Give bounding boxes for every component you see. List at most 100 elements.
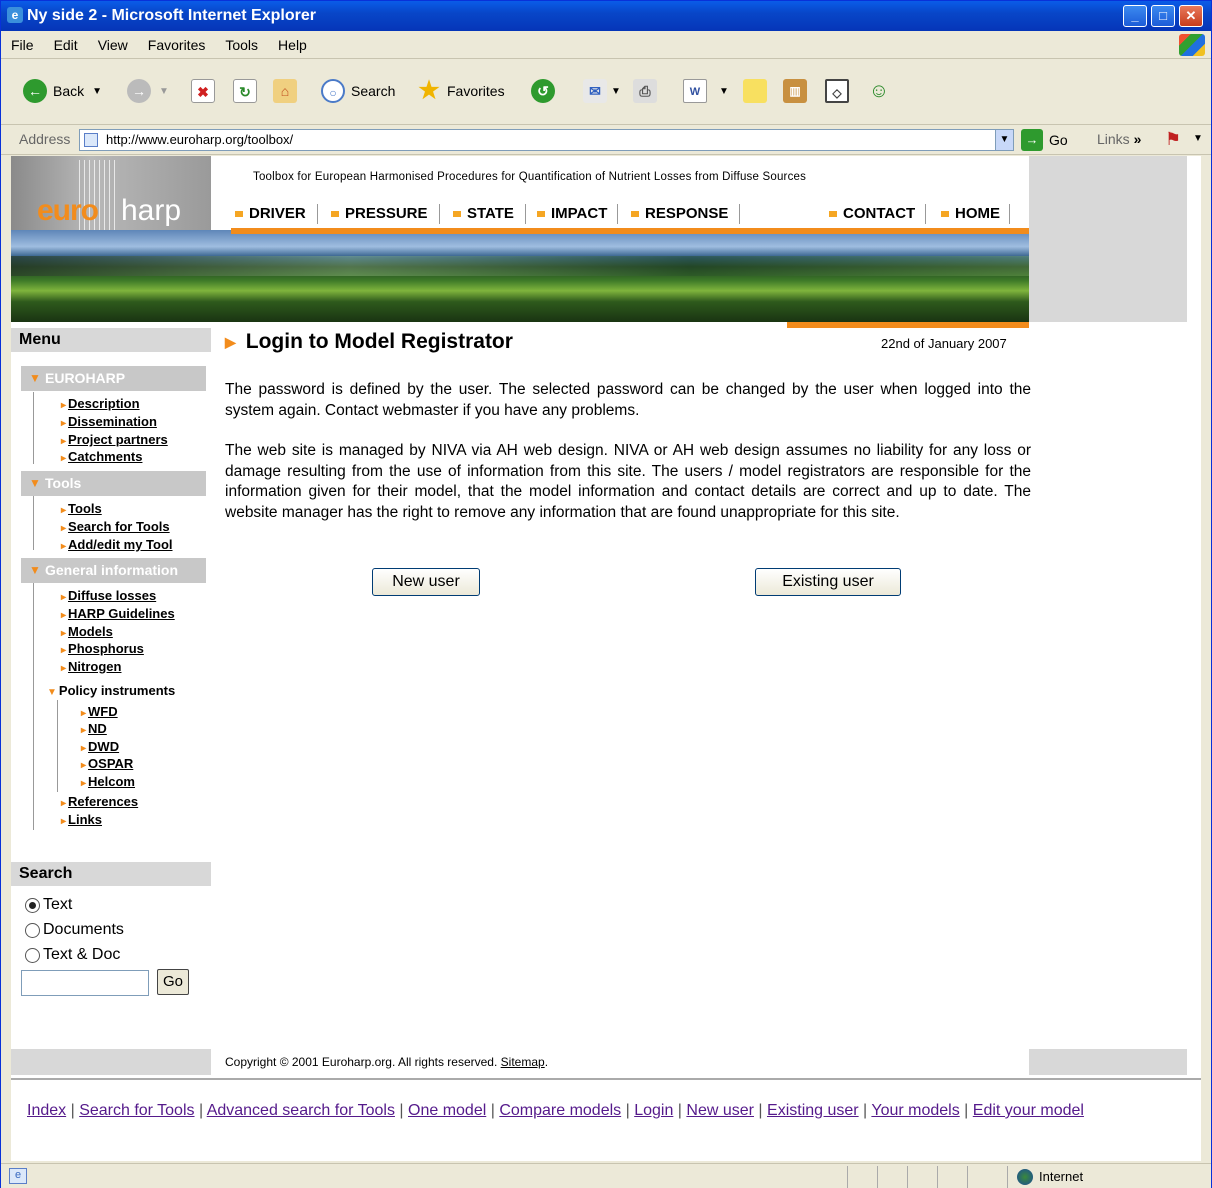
link-your-models[interactable]: Your models	[871, 1102, 959, 1119]
link-edit-your-model[interactable]: Edit your model	[973, 1102, 1084, 1119]
nav-label: IMPACT	[551, 205, 608, 222]
radio-button[interactable]	[25, 947, 40, 963]
menu-file[interactable]: File	[11, 37, 34, 53]
nav-state[interactable]: STATE	[453, 205, 514, 222]
menu-item-project-partners[interactable]: Project partners	[61, 432, 168, 447]
note-icon	[743, 79, 767, 103]
nav-label: STATE	[467, 205, 514, 222]
header-area: Toolbox for European Harmonised Procedur…	[211, 156, 1029, 234]
messenger-button[interactable]: ☺	[867, 77, 891, 105]
go-button[interactable]: → Go	[1021, 129, 1068, 151]
back-button[interactable]: ← Back ▼	[23, 77, 102, 105]
radio-label: Documents	[43, 921, 124, 938]
link-compare-models[interactable]: Compare models	[499, 1102, 621, 1119]
title-bar: e Ny side 2 - Microsoft Internet Explore…	[1, 1, 1211, 31]
nav-pressure[interactable]: PRESSURE	[331, 205, 428, 222]
menu-edit[interactable]: Edit	[54, 37, 78, 53]
favorites-button[interactable]: ★ Favorites	[417, 77, 505, 105]
menu-item-tools[interactable]: Tools	[61, 501, 102, 516]
chevron-down-icon[interactable]: ▼	[159, 86, 169, 97]
chevron-down-icon[interactable]: ▼	[719, 86, 729, 97]
menu-item-phosphorus[interactable]: Phosphorus	[61, 641, 144, 656]
menu-item-dwd[interactable]: DWD	[81, 739, 119, 754]
menu-help[interactable]: Help	[278, 37, 307, 53]
close-button[interactable]: ✕	[1179, 5, 1203, 27]
menu-item-policy-instruments[interactable]: Policy instruments	[47, 683, 175, 698]
menu-item-models[interactable]: Models	[61, 624, 113, 639]
menu-item-search-for-tools[interactable]: Search for Tools	[61, 519, 170, 534]
radio-button[interactable]	[25, 922, 40, 938]
forward-button[interactable]: → ▼	[127, 77, 169, 105]
triangle-down-icon: ▼	[29, 476, 41, 490]
existing-user-button[interactable]: Existing user	[755, 568, 901, 596]
chevron-down-icon[interactable]: ▼	[92, 86, 102, 97]
search-button[interactable]: ○ Search	[321, 77, 395, 105]
notes-button[interactable]	[743, 77, 767, 105]
section-general-information[interactable]: ▼ General information	[21, 558, 206, 583]
search-go-button[interactable]: Go	[157, 969, 189, 995]
search-input[interactable]	[21, 970, 149, 996]
menu-item-ospar[interactable]: OSPAR	[81, 756, 133, 771]
menu-item-catchments[interactable]: Catchments	[61, 449, 142, 464]
stop-button[interactable]: ✖	[191, 77, 215, 105]
edit-button[interactable]: W ▼	[683, 77, 729, 105]
section-tools[interactable]: ▼ Tools	[21, 471, 206, 496]
menu-item-wfd[interactable]: WFD	[81, 704, 118, 719]
chevron-down-icon[interactable]: ▼	[1193, 133, 1203, 144]
sitemap-link[interactable]: Sitemap	[501, 1055, 545, 1069]
radio-button[interactable]	[25, 897, 40, 913]
nav-impact[interactable]: IMPACT	[537, 205, 607, 222]
menu-item-description[interactable]: Description	[61, 396, 140, 411]
logo-harp-text: harp	[121, 194, 182, 227]
status-bar: e Internet	[1, 1163, 1211, 1188]
chevron-down-icon[interactable]: ▼	[611, 86, 621, 97]
research-button[interactable]: ▥	[783, 77, 807, 105]
link-login[interactable]: Login	[634, 1102, 673, 1119]
link-one-model[interactable]: One model	[408, 1102, 486, 1119]
new-user-button[interactable]: New user	[372, 568, 480, 596]
radio-documents[interactable]: Documents	[25, 921, 124, 939]
radio-text[interactable]: Text	[25, 896, 72, 914]
refresh-button[interactable]: ↻	[233, 77, 257, 105]
menu-item-links[interactable]: Links	[61, 812, 102, 827]
maximize-button[interactable]: □	[1151, 5, 1175, 27]
favorites-label: Favorites	[447, 83, 505, 99]
nav-driver[interactable]: DRIVER	[235, 205, 306, 222]
radio-text-doc[interactable]: Text & Doc	[25, 946, 120, 964]
menu-item-diffuse-losses[interactable]: Diffuse losses	[61, 588, 156, 603]
address-input[interactable]: http://www.euroharp.org/toolbox/ ▼	[79, 129, 1014, 151]
nav-home[interactable]: HOME	[941, 205, 1000, 222]
section-euroharp[interactable]: ▼ EUROHARP	[21, 366, 206, 391]
pdf-icon[interactable]: ⚑	[1165, 129, 1181, 150]
menu-favorites[interactable]: Favorites	[148, 37, 206, 53]
minimize-button[interactable]: _	[1123, 5, 1147, 27]
menu-item-nitrogen[interactable]: Nitrogen	[61, 659, 121, 674]
link-advanced-search[interactable]: Advanced search for Tools	[207, 1102, 395, 1119]
nav-response[interactable]: RESPONSE	[631, 205, 728, 222]
window-button[interactable]: ◇	[825, 77, 849, 105]
menu-item-nd[interactable]: ND	[81, 721, 107, 736]
links-button[interactable]: Links »	[1097, 131, 1141, 147]
menu-item-harp-guidelines[interactable]: HARP Guidelines	[61, 606, 175, 621]
link-new-user[interactable]: New user	[686, 1102, 754, 1119]
toolbar: ← Back ▼ → ▼ ✖ ↻ ⌂ ○ Search ★ Favorites …	[1, 59, 1211, 125]
home-button[interactable]: ⌂	[273, 77, 297, 105]
menu-item-helcom[interactable]: Helcom	[81, 774, 135, 789]
chevron-down-icon[interactable]: ▼	[995, 130, 1013, 150]
menu-view[interactable]: View	[98, 37, 128, 53]
link-search-for-tools[interactable]: Search for Tools	[79, 1102, 194, 1119]
link-index[interactable]: Index	[27, 1102, 66, 1119]
menu-tools[interactable]: Tools	[225, 37, 258, 53]
menu-item-references[interactable]: References	[61, 794, 138, 809]
history-button[interactable]: ↺	[531, 77, 555, 105]
page-icon	[84, 133, 98, 147]
mail-button[interactable]: ✉ ▼	[583, 77, 621, 105]
print-button[interactable]: ⎙	[633, 77, 657, 105]
menu-item-add-edit-tool[interactable]: Add/edit my Tool	[61, 537, 172, 552]
euroharp-logo[interactable]: euro harp	[11, 156, 211, 244]
windows-logo-icon	[1179, 34, 1205, 56]
menu-item-dissemination[interactable]: Dissemination	[61, 414, 157, 429]
nav-contact[interactable]: CONTACT	[829, 205, 915, 222]
section-title: EUROHARP	[45, 370, 126, 386]
link-existing-user[interactable]: Existing user	[767, 1102, 859, 1119]
